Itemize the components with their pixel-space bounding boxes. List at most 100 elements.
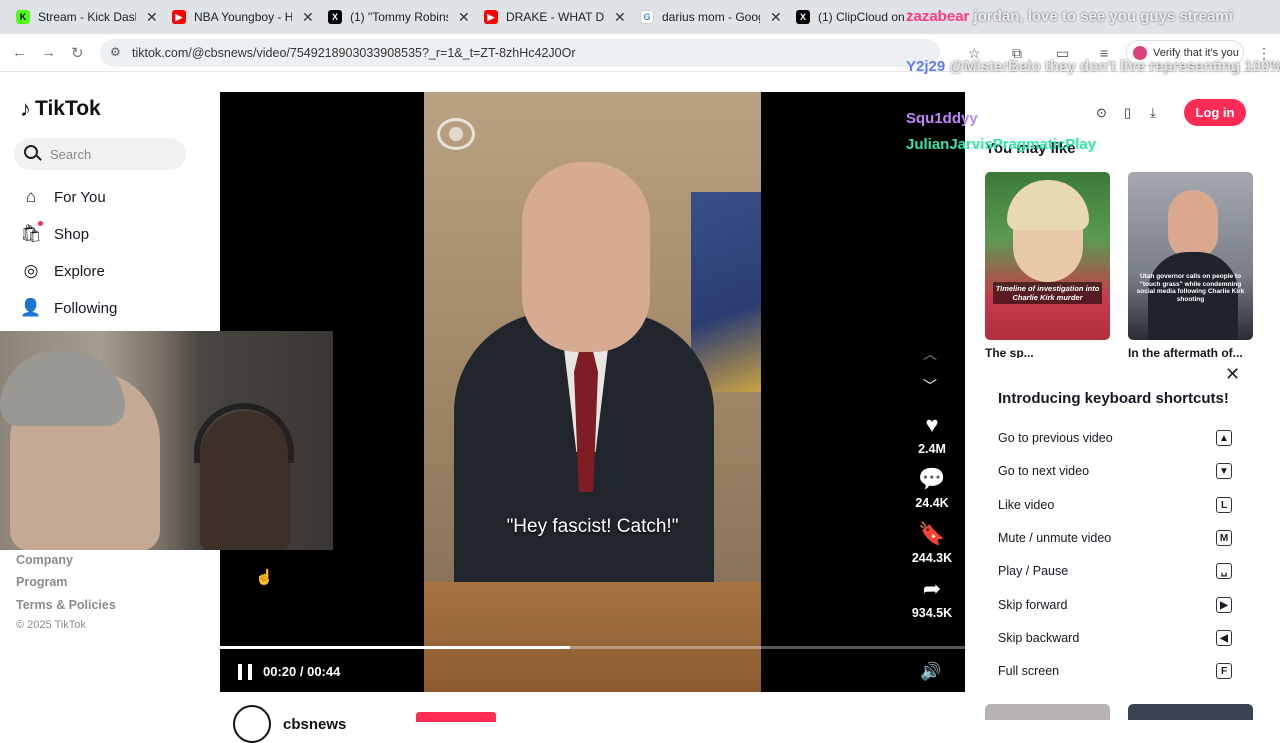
shortcut-label: Play / Pause	[998, 564, 1069, 578]
kick-favicon-icon: K	[16, 10, 30, 24]
pause-icon[interactable]	[238, 664, 252, 680]
forward-icon[interactable]: →	[41, 44, 56, 61]
sidebar-item-label: For You	[54, 188, 106, 206]
download-icon[interactable]: ⤓	[1150, 105, 1156, 121]
volume-icon[interactable]: 🔊	[920, 662, 941, 682]
browser-tab-kick[interactable]: K Stream - Kick Dashbo ✕	[0, 0, 162, 34]
tiktok-logo[interactable]: ♪ TikTok	[20, 96, 101, 122]
coins-icon[interactable]: ⊙	[1096, 105, 1107, 121]
shortcut-row: Full screen F	[998, 663, 1232, 679]
footer-link-terms[interactable]: Terms & Policies	[16, 598, 116, 612]
headphones-image	[194, 403, 294, 463]
like-button[interactable]: ♥ 2.4M	[898, 412, 965, 456]
key-up-icon: ▲	[1216, 430, 1232, 446]
key-l-icon: L	[1216, 497, 1232, 513]
video-frame	[424, 92, 761, 692]
shortcut-label: Go to next video	[998, 464, 1090, 478]
reload-icon[interactable]: ↻	[71, 44, 84, 62]
recommended-video-4[interactable]	[1128, 704, 1253, 720]
video-time: 00:20 / 00:44	[263, 664, 341, 679]
comment-button[interactable]: 💬 24.4K	[898, 466, 965, 510]
shortcut-label: Full screen	[998, 664, 1060, 678]
x-favicon-icon: X	[328, 10, 342, 24]
progress-bar[interactable]	[220, 646, 965, 649]
video-author[interactable]: cbsnews	[233, 705, 346, 743]
shortcut-label: Go to previous video	[998, 431, 1113, 445]
comment-icon: 💬	[918, 466, 946, 491]
recommended-title-1[interactable]: The sp...	[985, 346, 1105, 358]
search-placeholder: Search	[50, 146, 92, 162]
chat-user: JulianJarvisPragmaticPlay	[906, 136, 1097, 153]
browser-tab-youtube-drake[interactable]: ▶ DRAKE - WHAT DID I ✕	[468, 0, 630, 34]
sidebar-item-label: Following	[54, 299, 118, 317]
chat-user: Squ1ddyy	[906, 110, 978, 127]
shortcut-row: Like video L	[998, 497, 1232, 513]
browser-tab-x-tommy[interactable]: X (1) "Tommy Robinson ✕	[312, 0, 474, 34]
shortcuts-title: Introducing keyboard shortcuts!	[998, 390, 1229, 407]
youtube-favicon-icon: ▶	[172, 10, 186, 24]
key-space-icon: ␣	[1216, 563, 1232, 579]
sidebar-item-for-you[interactable]: ⌂ For You	[20, 186, 106, 208]
shop-icon: 🛍	[20, 221, 43, 245]
save-button[interactable]: 🔖 244.3K	[898, 521, 965, 565]
key-down-icon: ▼	[1216, 463, 1232, 479]
cap-image	[0, 351, 125, 426]
chat-message: JulianJarvisPragmaticPlay	[906, 136, 1096, 153]
previous-video-icon[interactable]: ︿	[923, 344, 937, 364]
tab-label: (1) "Tommy Robinson	[350, 10, 448, 24]
back-icon[interactable]: ←	[12, 44, 27, 61]
recommended-video-3[interactable]	[985, 704, 1110, 720]
next-video-icon[interactable]: ﹀	[923, 376, 937, 396]
sidebar-item-label: Shop	[54, 225, 90, 243]
tab-label: darius mom - Google	[662, 10, 760, 24]
key-left-icon: ◀	[1216, 630, 1232, 646]
following-icon: 👤	[20, 298, 42, 317]
chat-user: Y2j29	[906, 58, 946, 75]
progress-fill	[220, 646, 571, 649]
login-button[interactable]: Log in	[1184, 99, 1246, 126]
close-icon[interactable]: ✕	[1225, 364, 1240, 385]
share-icon: ➦	[922, 576, 942, 601]
footer-link-company[interactable]: Company	[16, 553, 73, 567]
chat-text: jordan, love to see you guys streami	[973, 8, 1233, 25]
youtube-favicon-icon: ▶	[484, 10, 498, 24]
chat-message: zazabear jordan, love to see you guys st…	[906, 8, 1233, 25]
share-button[interactable]: ➦ 934.5K	[898, 576, 965, 620]
follow-button[interactable]	[416, 712, 496, 722]
recommended-title-2[interactable]: In the aftermath of...	[1128, 346, 1248, 358]
save-count: 244.3K	[911, 551, 953, 565]
sidebar-item-explore[interactable]: ◎ Explore	[20, 260, 105, 282]
chat-message: Squ1ddyy Be ...	[906, 110, 1018, 127]
home-icon: ⌂	[25, 187, 37, 206]
shortcut-label: Mute / unmute video	[998, 531, 1112, 545]
bookmark-icon: 🔖	[918, 521, 946, 546]
recommended-video-2[interactable]: Utah governor calls on people to "touch …	[1128, 172, 1253, 340]
sidebar-item-shop[interactable]: 🛍 Shop	[20, 221, 90, 245]
key-right-icon: ▶	[1216, 597, 1232, 613]
device-icon[interactable]: ▯	[1124, 105, 1131, 121]
author-name: cbsnews	[283, 715, 347, 733]
url-text: tiktok.com/@cbsnews/video/75492189030339…	[132, 46, 576, 60]
site-info-icon[interactable]: ⚙	[110, 45, 121, 59]
logo-text: TikTok	[35, 97, 101, 120]
compass-icon: ◎	[23, 261, 39, 280]
google-favicon-icon: G	[640, 10, 654, 24]
sidebar-item-label: Explore	[54, 262, 105, 280]
browser-tab-x-clipcloud[interactable]: X (1) ClipCloud on X:	[780, 0, 910, 34]
speaker-head	[522, 162, 650, 352]
avatar	[233, 705, 271, 743]
tab-label: DRAKE - WHAT DID I	[506, 10, 604, 24]
browser-tab-youtube-nba[interactable]: ▶ NBA Youngboy - Hea ✕	[156, 0, 318, 34]
url-field[interactable]: ⚙ tiktok.com/@cbsnews/video/754921890303…	[100, 39, 940, 67]
recommended-video-1[interactable]: Timeline of investigation into Charlie K…	[985, 172, 1110, 340]
footer-link-program[interactable]: Program	[16, 575, 67, 589]
comment-count: 24.4K	[915, 496, 949, 510]
keyboard-shortcuts-panel: ✕ Introducing keyboard shortcuts! Go to …	[978, 358, 1248, 692]
search-input[interactable]: Search	[14, 138, 186, 170]
cbs-logo-icon	[437, 118, 475, 150]
x-favicon-icon: X	[796, 10, 810, 24]
shortcut-label: Skip forward	[998, 598, 1068, 612]
copyright-text: © 2025 TikTok	[16, 619, 86, 631]
sidebar-item-following[interactable]: 👤 Following	[20, 297, 117, 319]
browser-tab-google[interactable]: G darius mom - Google ✕	[624, 0, 786, 34]
